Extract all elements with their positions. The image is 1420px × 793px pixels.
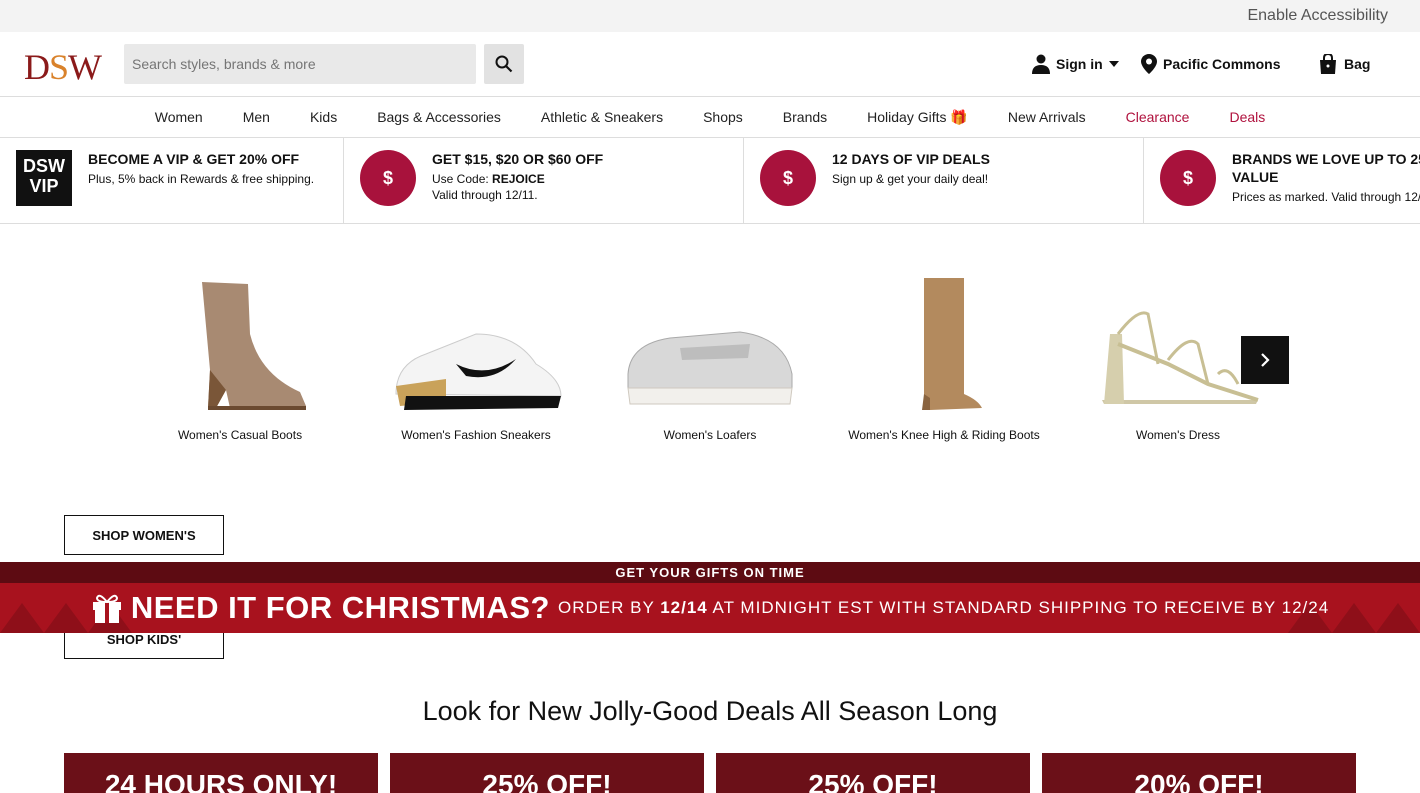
promo-rejoice[interactable]: $ GET $15, $20 OR $60 OFF Use Code: REJO… xyxy=(344,138,744,223)
dsw-vip-logo: DSW VIP xyxy=(16,150,72,206)
sign-in-menu[interactable]: Sign in xyxy=(1032,54,1119,74)
promo-subtitle: Sign up & get your daily deal! xyxy=(832,172,989,186)
nav-bags-accessories[interactable]: Bags & Accessories xyxy=(357,109,521,125)
promo-12-days[interactable]: $ 12 DAYS OF VIP DEALS Sign up & get you… xyxy=(744,138,1144,223)
nav-men[interactable]: Men xyxy=(223,109,290,125)
nav-deals[interactable]: Deals xyxy=(1209,109,1285,125)
sign-in-label: Sign in xyxy=(1056,56,1103,72)
promo-strip: DSW VIP BECOME A VIP & GET 20% OFF Plus,… xyxy=(0,138,1420,224)
main-nav: Women Men Kids Bags & Accessories Athlet… xyxy=(0,97,1420,138)
deal-card-25-off-2[interactable]: 25% OFF! xyxy=(716,753,1030,793)
category-label: Women's Loafers xyxy=(663,428,757,442)
category-womens-casual-boots[interactable]: Women's Casual Boots xyxy=(140,264,340,442)
logo-letter-s: S xyxy=(49,47,69,87)
loafer-image xyxy=(610,264,810,414)
user-icon xyxy=(1032,54,1050,74)
carousel-next-button[interactable] xyxy=(1241,336,1289,384)
banner-details-prefix: ORDER BY xyxy=(558,598,661,617)
promo-title: 12 DAYS OF VIP DEALS xyxy=(832,151,990,167)
category-label: Women's Dress xyxy=(1135,428,1221,442)
category-label: Women's Fashion Sneakers xyxy=(401,428,551,442)
shopping-bag-icon xyxy=(1320,54,1336,74)
bag-button[interactable]: Bag xyxy=(1318,54,1370,74)
bag-label: Bag xyxy=(1344,56,1371,72)
promo-subtitle: Plus, 5% back in Rewards & free shipping… xyxy=(88,172,315,186)
category-womens-loafers[interactable]: Women's Loafers xyxy=(610,264,810,442)
category-carousel: Women's Casual Boots Women's Fashion Sne… xyxy=(0,224,1420,454)
banner-order-date: 12/14 xyxy=(660,598,708,617)
category-label: Women's Knee High & Riding Boots xyxy=(848,428,1040,442)
store-name: Pacific Commons xyxy=(1163,56,1281,72)
promo-code: REJOICE xyxy=(492,172,545,186)
christmas-shipping-banner[interactable]: GET YOUR GIFTS ON TIME NEED IT FOR CHRIS… xyxy=(0,562,1420,633)
search-button[interactable] xyxy=(484,44,524,84)
promo-title: BRANDS WE LOVE UP TO 25% OFF xyxy=(1232,151,1420,167)
category-womens-fashion-sneakers[interactable]: Women's Fashion Sneakers xyxy=(376,264,576,442)
nav-athletic-sneakers[interactable]: Athletic & Sneakers xyxy=(521,109,683,125)
promo-title: GET $15, $20 OR $60 OFF xyxy=(432,151,604,167)
dollar-badge-icon: $ xyxy=(1160,150,1216,206)
banner-details-suffix: AT MIDNIGHT EST WITH STANDARD SHIPPING T… xyxy=(707,598,1330,617)
banner-main: NEED IT FOR CHRISTMAS? ORDER BY 12/14 AT… xyxy=(0,583,1420,633)
section-headline: Look for New Jolly-Good Deals All Season… xyxy=(422,696,998,726)
sneaker-image xyxy=(376,264,576,414)
nav-new-arrivals[interactable]: New Arrivals xyxy=(988,109,1106,125)
nav-holiday-gifts[interactable]: Holiday Gifts 🎁 xyxy=(847,109,988,126)
banner-top-text: GET YOUR GIFTS ON TIME xyxy=(0,562,1420,583)
promo-valid-date: Valid through 12/11. xyxy=(432,188,538,202)
nav-clearance[interactable]: Clearance xyxy=(1106,109,1210,125)
banner-headline: NEED IT FOR CHRISTMAS? xyxy=(130,590,550,625)
enable-accessibility-link[interactable]: Enable Accessibility xyxy=(1247,7,1388,25)
category-label: Women's Casual Boots xyxy=(177,428,303,442)
site-header: DSW Sign in Pacific Commons Bag xyxy=(0,32,1420,97)
nav-kids[interactable]: Kids xyxy=(290,109,357,125)
promo-brands-we-love[interactable]: $ BRANDS WE LOVE UP TO 25% OFF VALUE Pri… xyxy=(1144,138,1420,223)
promo-subtitle: Prices as marked. Valid through 12/ xyxy=(1232,190,1420,204)
promo-vip[interactable]: DSW VIP BECOME A VIP & GET 20% OFF Plus,… xyxy=(0,138,344,223)
banner-details: ORDER BY 12/14 AT MIDNIGHT EST WITH STAN… xyxy=(558,598,1329,618)
deal-card-25-off[interactable]: 25% OFF! xyxy=(390,753,704,793)
deal-card-20-off[interactable]: 20% OFF! xyxy=(1042,753,1356,793)
logo-letter-d: D xyxy=(24,47,50,87)
category-womens-knee-high-riding-boots[interactable]: Women's Knee High & Riding Boots xyxy=(844,264,1044,442)
chevron-right-icon xyxy=(1261,353,1270,367)
dollar-badge-icon: $ xyxy=(760,150,816,206)
search-input[interactable] xyxy=(124,44,476,84)
store-selector[interactable]: Pacific Commons xyxy=(1141,54,1280,74)
accessibility-bar: Enable Accessibility xyxy=(0,0,1420,32)
caret-down-icon xyxy=(1108,61,1119,67)
promo-title-2: VALUE xyxy=(1232,169,1279,185)
search-icon xyxy=(495,55,513,73)
logo-letter-w: W xyxy=(68,47,102,87)
casual-boot-image xyxy=(140,264,340,414)
nav-shops[interactable]: Shops xyxy=(683,109,763,125)
knee-high-boot-image xyxy=(844,264,1044,414)
nav-brands[interactable]: Brands xyxy=(763,109,847,125)
deal-card-24-hours[interactable]: 24 HOURS ONLY! xyxy=(64,753,378,793)
dsw-logo[interactable]: DSW xyxy=(24,46,102,88)
dollar-badge-icon: $ xyxy=(360,150,416,206)
promo-title: BECOME A VIP & GET 20% OFF xyxy=(88,151,300,167)
promo-code-line: Use Code: REJOICE xyxy=(432,171,545,187)
nav-women[interactable]: Women xyxy=(135,109,223,125)
location-pin-icon xyxy=(1141,54,1157,74)
promo-code-prefix: Use Code: xyxy=(432,172,493,186)
shop-womens-button[interactable]: SHOP WOMEN'S xyxy=(64,515,224,555)
gift-icon xyxy=(92,594,121,623)
